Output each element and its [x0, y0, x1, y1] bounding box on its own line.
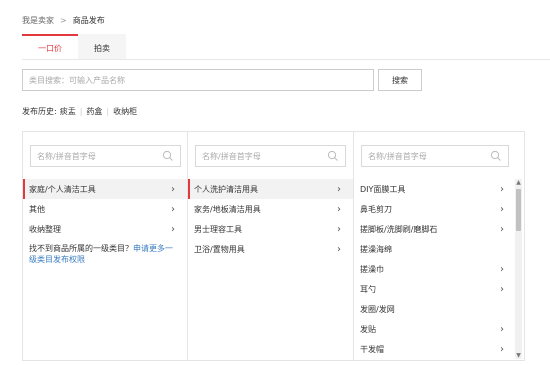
history-item[interactable]: 痰盂 [60, 106, 76, 117]
list-item[interactable]: 搓澡巾 › [354, 259, 524, 279]
column-3-search-input[interactable] [368, 151, 490, 161]
chevron-right-icon: › [337, 223, 341, 235]
chevron-right-icon: › [337, 183, 341, 195]
list-item-label: 干发帽 [360, 344, 384, 354]
tab-auction[interactable]: 拍卖 [78, 34, 126, 60]
chevron-right-icon: › [171, 223, 175, 235]
history-label: 发布历史: [22, 106, 57, 116]
list-item-label: 搓澡巾 [360, 264, 384, 274]
list-item[interactable]: 家务/地板清洁用具 › [188, 199, 353, 219]
column-2-search [195, 145, 346, 167]
scroll-down-arrow-icon[interactable]: ▼ [515, 352, 522, 359]
chevron-right-icon: › [337, 203, 341, 215]
search-button[interactable]: 搜索 [378, 69, 422, 91]
list-item-label: 收纳整理 [29, 224, 61, 234]
list-item[interactable]: 卫浴/置物用具 › [188, 239, 353, 259]
chevron-right-icon: › [171, 183, 175, 195]
history-item[interactable]: 药盒 [86, 106, 102, 117]
category-column-1: 家庭/个人清洁工具 › 其他 › 收纳整理 › 找不到商品所属的一级类目？申请更… [23, 132, 188, 360]
chevron-right-icon: › [500, 223, 504, 235]
chevron-right-icon: › [500, 183, 504, 195]
category-not-found-note: 找不到商品所属的一级类目？申请更多一级类目发布权限 [23, 239, 183, 265]
list-item[interactable]: 耳勺 › [354, 279, 524, 299]
history-divider: | [79, 106, 83, 116]
category-search-input[interactable] [22, 69, 374, 91]
breadcrumb-separator: > [60, 15, 67, 25]
list-item-label: 男士理容工具 [194, 224, 242, 234]
list-item[interactable]: 男士理容工具 › [188, 219, 353, 239]
column-2-list: 个人洗护清洁用具 › 家务/地板清洁用具 › 男士理容工具 › 卫浴/置物用具 … [188, 179, 353, 259]
column-3-scrollbar[interactable]: ▲ ▼ [515, 179, 522, 359]
breadcrumb: 我是卖家 > 商品发布 [22, 14, 105, 26]
list-item-label: DIY面膜工具 [360, 184, 406, 194]
chevron-right-icon: › [500, 263, 504, 275]
tab-fixed-price[interactable]: 一口价 [22, 34, 78, 60]
list-item-label: 发贴 [360, 324, 376, 334]
chevron-right-icon: › [171, 203, 175, 215]
list-item-label: 搓澡海绵 [360, 244, 392, 254]
scroll-up-arrow-icon[interactable]: ▲ [515, 179, 522, 186]
not-found-text: 找不到商品所属的一级类目？ [29, 244, 133, 253]
column-3-list: DIY面膜工具 › 鼻毛剪刀 › 搓脚板/洗脚刷/磨脚石 › 搓澡海绵 搓澡巾 … [354, 179, 524, 359]
list-item[interactable]: 收纳整理 › [23, 219, 187, 239]
breadcrumb-current: 商品发布 [72, 15, 105, 25]
list-item[interactable]: DIY面膜工具 › [354, 179, 524, 199]
breadcrumb-seller[interactable]: 我是卖家 [22, 15, 54, 26]
list-item-label: 搓脚板/洗脚刷/磨脚石 [360, 224, 438, 234]
search-icon[interactable] [162, 150, 174, 162]
column-2-search-input[interactable] [202, 151, 327, 161]
category-selector: 家庭/个人清洁工具 › 其他 › 收纳整理 › 找不到商品所属的一级类目？申请更… [22, 131, 525, 361]
list-item-label: 其他 [29, 204, 45, 214]
list-item[interactable]: 其他 › [23, 199, 187, 219]
chevron-right-icon: › [337, 243, 341, 255]
list-item[interactable]: 个人洗护清洁用具 › [188, 179, 353, 199]
scrollbar-thumb[interactable] [516, 189, 521, 231]
category-search-row: 搜索 [22, 69, 422, 91]
chevron-right-icon: › [500, 323, 504, 335]
chevron-right-icon: › [500, 283, 504, 295]
category-column-2: 个人洗护清洁用具 › 家务/地板清洁用具 › 男士理容工具 › 卫浴/置物用具 … [188, 132, 354, 360]
list-item[interactable]: 搓澡海绵 [354, 239, 524, 259]
history-divider: | [106, 106, 110, 116]
list-item[interactable]: 搓脚板/洗脚刷/磨脚石 › [354, 219, 524, 239]
list-item[interactable]: 干发帽 › [354, 339, 524, 359]
history-item[interactable]: 收纳柜 [113, 106, 137, 117]
list-item-label: 鼻毛剪刀 [360, 204, 392, 214]
tabs-divider [22, 59, 550, 60]
search-icon[interactable] [327, 150, 339, 162]
column-1-search-input[interactable] [37, 151, 162, 161]
list-item-label: 家庭/个人清洁工具 [29, 184, 96, 194]
list-item-label: 发圈/发网 [360, 304, 395, 314]
list-item[interactable]: 发贴 › [354, 319, 524, 339]
publish-mode-tabs: 一口价 拍卖 [22, 34, 126, 60]
chevron-right-icon: › [500, 343, 504, 355]
list-item[interactable]: 发圈/发网 [354, 299, 524, 319]
list-item-label: 卫浴/置物用具 [194, 244, 245, 254]
list-item-label: 耳勺 [360, 284, 376, 294]
search-icon[interactable] [490, 150, 502, 162]
list-item-label: 个人洗护清洁用具 [194, 184, 258, 194]
chevron-right-icon: › [500, 203, 504, 215]
list-item-label: 家务/地板清洁用具 [194, 204, 261, 214]
column-1-search [30, 145, 181, 167]
list-item[interactable]: 家庭/个人清洁工具 › [23, 179, 187, 199]
column-1-list: 家庭/个人清洁工具 › 其他 › 收纳整理 › 找不到商品所属的一级类目？申请更… [23, 179, 187, 265]
list-item[interactable]: 鼻毛剪刀 › [354, 199, 524, 219]
category-column-3: DIY面膜工具 › 鼻毛剪刀 › 搓脚板/洗脚刷/磨脚石 › 搓澡海绵 搓澡巾 … [354, 132, 524, 360]
column-3-search [361, 145, 509, 167]
publish-history: 发布历史: 痰盂 | 药盒 | 收纳柜 [22, 105, 137, 117]
